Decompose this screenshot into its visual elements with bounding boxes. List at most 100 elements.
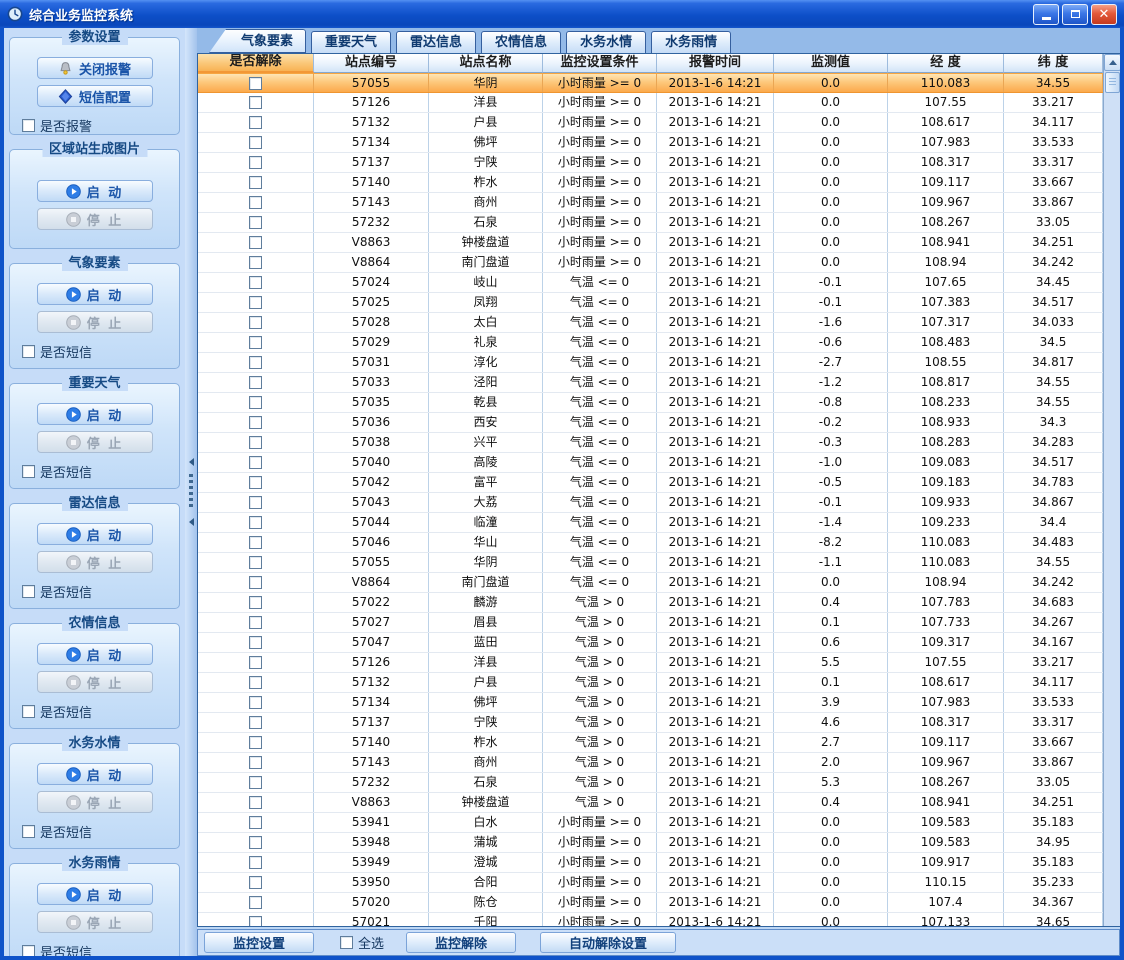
table-row[interactable]: 57126洋县气温 > 02013-1-6 14:215.5107.5533.2… bbox=[198, 653, 1103, 673]
select-all-checkbox[interactable] bbox=[340, 936, 353, 949]
start-button[interactable]: 启 动 bbox=[37, 403, 153, 425]
table-row[interactable]: 57132户县小时雨量 >= 02013-1-6 14:210.0108.617… bbox=[198, 113, 1103, 133]
table-row[interactable]: 57055华阴气温 <= 02013-1-6 14:21-1.1110.0833… bbox=[198, 553, 1103, 573]
stop-button[interactable]: 停 止 bbox=[37, 551, 153, 573]
collapse-left-icon[interactable] bbox=[189, 518, 194, 526]
row-checkbox[interactable] bbox=[249, 536, 262, 549]
row-checkbox[interactable] bbox=[249, 876, 262, 889]
row-checkbox[interactable] bbox=[249, 196, 262, 209]
row-checkbox[interactable] bbox=[249, 336, 262, 349]
table-row[interactable]: 57033泾阳气温 <= 02013-1-6 14:21-1.2108.8173… bbox=[198, 373, 1103, 393]
table-row[interactable]: 57140柞水气温 > 02013-1-6 14:212.7109.11733.… bbox=[198, 733, 1103, 753]
table-row[interactable]: 57031淳化气温 <= 02013-1-6 14:21-2.7108.5534… bbox=[198, 353, 1103, 373]
title-bar[interactable]: 综合业务监控系统 ✕ bbox=[0, 0, 1124, 28]
table-row[interactable]: 57047蓝田气温 > 02013-1-6 14:210.6109.31734.… bbox=[198, 633, 1103, 653]
stop-button[interactable]: 停 止 bbox=[37, 791, 153, 813]
tab-5[interactable]: 水务雨情 bbox=[651, 31, 731, 53]
panel-checkbox[interactable] bbox=[22, 705, 35, 718]
table-row[interactable]: 53948蒲城小时雨量 >= 02013-1-6 14:210.0109.583… bbox=[198, 833, 1103, 853]
table-row[interactable]: 57137宁陕小时雨量 >= 02013-1-6 14:210.0108.317… bbox=[198, 153, 1103, 173]
row-checkbox[interactable] bbox=[249, 556, 262, 569]
row-checkbox[interactable] bbox=[249, 616, 262, 629]
panel-checkbox[interactable] bbox=[22, 345, 35, 358]
table-row[interactable]: 57134佛坪小时雨量 >= 02013-1-6 14:210.0107.983… bbox=[198, 133, 1103, 153]
table-row[interactable]: 57025凤翔气温 <= 02013-1-6 14:21-0.1107.3833… bbox=[198, 293, 1103, 313]
panel-checkbox[interactable] bbox=[22, 465, 35, 478]
row-checkbox[interactable] bbox=[249, 396, 262, 409]
row-checkbox[interactable] bbox=[249, 296, 262, 309]
column-header-5[interactable]: 监测值 bbox=[774, 54, 888, 73]
table-row[interactable]: 57134佛坪气温 > 02013-1-6 14:213.9107.98333.… bbox=[198, 693, 1103, 713]
row-checkbox[interactable] bbox=[249, 456, 262, 469]
table-row[interactable]: 57140柞水小时雨量 >= 02013-1-6 14:210.0109.117… bbox=[198, 173, 1103, 193]
table-row[interactable]: 57143商州气温 > 02013-1-6 14:212.0109.96733.… bbox=[198, 753, 1103, 773]
row-checkbox[interactable] bbox=[249, 316, 262, 329]
column-header-4[interactable]: 报警时间 bbox=[657, 54, 774, 73]
row-checkbox[interactable] bbox=[249, 156, 262, 169]
table-row[interactable]: 53949澄城小时雨量 >= 02013-1-6 14:210.0109.917… bbox=[198, 853, 1103, 873]
table-row[interactable]: 57137宁陕气温 > 02013-1-6 14:214.6108.31733.… bbox=[198, 713, 1103, 733]
stop-button[interactable]: 停 止 bbox=[37, 311, 153, 333]
row-checkbox[interactable] bbox=[249, 416, 262, 429]
row-checkbox[interactable] bbox=[249, 236, 262, 249]
tab-4[interactable]: 水务水情 bbox=[566, 31, 646, 53]
table-row[interactable]: 57036西安气温 <= 02013-1-6 14:21-0.2108.9333… bbox=[198, 413, 1103, 433]
row-checkbox[interactable] bbox=[249, 656, 262, 669]
table-row[interactable]: 57143商州小时雨量 >= 02013-1-6 14:210.0109.967… bbox=[198, 193, 1103, 213]
table-row[interactable]: 57232石泉气温 > 02013-1-6 14:215.3108.26733.… bbox=[198, 773, 1103, 793]
start-button[interactable]: 启 动 bbox=[37, 643, 153, 665]
row-checkbox[interactable] bbox=[249, 176, 262, 189]
row-checkbox[interactable] bbox=[249, 77, 262, 90]
monitor-set-button[interactable]: 监控设置 bbox=[204, 932, 314, 953]
table-row[interactable]: 57022麟游气温 > 02013-1-6 14:210.4107.78334.… bbox=[198, 593, 1103, 613]
row-checkbox[interactable] bbox=[249, 356, 262, 369]
table-row[interactable]: 53941白水小时雨量 >= 02013-1-6 14:210.0109.583… bbox=[198, 813, 1103, 833]
table-row[interactable]: 57043大荔气温 <= 02013-1-6 14:21-0.1109.9333… bbox=[198, 493, 1103, 513]
column-header-6[interactable]: 经 度 bbox=[888, 54, 1004, 73]
table-row[interactable]: V8863钟楼盘道气温 > 02013-1-6 14:210.4108.9413… bbox=[198, 793, 1103, 813]
table-row[interactable]: 57042富平气温 <= 02013-1-6 14:21-0.5109.1833… bbox=[198, 473, 1103, 493]
row-checkbox[interactable] bbox=[249, 736, 262, 749]
start-button[interactable]: 启 动 bbox=[37, 283, 153, 305]
stop-button[interactable]: 停 止 bbox=[37, 208, 153, 230]
table-row[interactable]: 57027眉县气温 > 02013-1-6 14:210.1107.73334.… bbox=[198, 613, 1103, 633]
row-checkbox[interactable] bbox=[249, 716, 262, 729]
stop-button[interactable]: 停 止 bbox=[37, 431, 153, 453]
column-header-7[interactable]: 纬 度 bbox=[1004, 54, 1103, 73]
column-header-3[interactable]: 监控设置条件 bbox=[543, 54, 657, 73]
row-checkbox[interactable] bbox=[249, 596, 262, 609]
table-row[interactable]: 57126洋县小时雨量 >= 02013-1-6 14:210.0107.553… bbox=[198, 93, 1103, 113]
row-checkbox[interactable] bbox=[249, 896, 262, 909]
table-row[interactable]: 57132户县气温 > 02013-1-6 14:210.1108.61734.… bbox=[198, 673, 1103, 693]
table-row[interactable]: 57038兴平气温 <= 02013-1-6 14:21-0.3108.2833… bbox=[198, 433, 1103, 453]
row-checkbox[interactable] bbox=[249, 436, 262, 449]
start-button[interactable]: 启 动 bbox=[37, 523, 153, 545]
row-checkbox[interactable] bbox=[249, 136, 262, 149]
row-checkbox[interactable] bbox=[249, 816, 262, 829]
table-row[interactable]: 57024岐山气温 <= 02013-1-6 14:21-0.1107.6534… bbox=[198, 273, 1103, 293]
scrollbar-thumb[interactable] bbox=[1105, 72, 1120, 93]
table-row[interactable]: 53950合阳小时雨量 >= 02013-1-6 14:210.0110.153… bbox=[198, 873, 1103, 893]
row-checkbox[interactable] bbox=[249, 676, 262, 689]
row-checkbox[interactable] bbox=[249, 916, 262, 926]
row-checkbox[interactable] bbox=[249, 696, 262, 709]
minimize-button[interactable] bbox=[1033, 4, 1059, 25]
row-checkbox[interactable] bbox=[249, 376, 262, 389]
row-checkbox[interactable] bbox=[249, 476, 262, 489]
row-checkbox[interactable] bbox=[249, 636, 262, 649]
splitter-grip[interactable] bbox=[189, 474, 193, 510]
sms-config-button[interactable]: 短信配置 bbox=[37, 85, 153, 107]
row-checkbox[interactable] bbox=[249, 216, 262, 229]
table-row[interactable]: V8864南门盘道小时雨量 >= 02013-1-6 14:210.0108.9… bbox=[198, 253, 1103, 273]
sidebar-splitter[interactable] bbox=[185, 28, 197, 956]
row-checkbox[interactable] bbox=[249, 496, 262, 509]
table-row[interactable]: 57040高陵气温 <= 02013-1-6 14:21-1.0109.0833… bbox=[198, 453, 1103, 473]
row-checkbox[interactable] bbox=[249, 796, 262, 809]
column-header-0[interactable]: 是否解除 bbox=[198, 54, 314, 73]
row-checkbox[interactable] bbox=[249, 276, 262, 289]
row-checkbox[interactable] bbox=[249, 776, 262, 789]
column-header-2[interactable]: 站点名称 bbox=[429, 54, 543, 73]
table-row[interactable]: 57044临潼气温 <= 02013-1-6 14:21-1.4109.2333… bbox=[198, 513, 1103, 533]
table-row[interactable]: 57029礼泉气温 <= 02013-1-6 14:21-0.6108.4833… bbox=[198, 333, 1103, 353]
tab-3[interactable]: 农情信息 bbox=[481, 31, 561, 53]
